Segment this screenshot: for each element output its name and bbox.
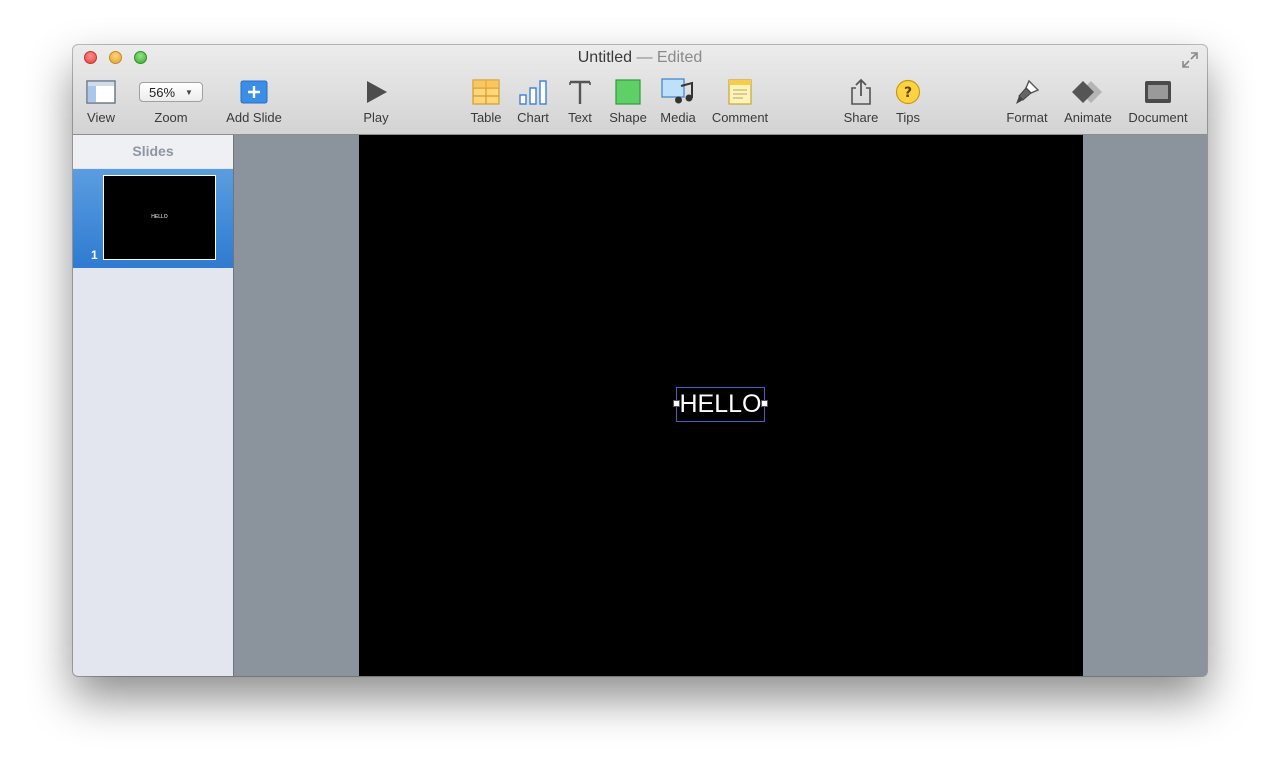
tips-label: Tips bbox=[895, 110, 921, 125]
comment-icon bbox=[708, 75, 772, 109]
paintbrush-icon bbox=[1003, 75, 1051, 109]
play-label: Play bbox=[363, 110, 389, 125]
play-icon bbox=[359, 75, 393, 109]
table-icon bbox=[466, 75, 506, 109]
view-icon bbox=[85, 75, 117, 109]
toolbar: Untitled — Edited View 56% ▼ Zoom Add Sl… bbox=[73, 45, 1207, 135]
slide-canvas-area: HELLO bbox=[234, 135, 1207, 676]
animate-icon bbox=[1061, 75, 1115, 109]
zoom-value: 56% bbox=[149, 84, 176, 100]
animate-button[interactable]: Animate bbox=[1061, 75, 1115, 125]
chart-button[interactable]: Chart bbox=[514, 75, 552, 125]
view-button[interactable]: View bbox=[85, 75, 117, 125]
shape-icon bbox=[606, 75, 650, 109]
add-slide-label: Add Slide bbox=[226, 110, 282, 125]
slide-thumbnail[interactable]: HELLO bbox=[103, 175, 216, 260]
shape-label: Shape bbox=[609, 110, 647, 125]
svg-text:?: ? bbox=[904, 85, 912, 101]
question-icon: ? bbox=[891, 75, 925, 109]
shape-button[interactable]: Shape bbox=[606, 75, 650, 125]
selected-text-box[interactable]: HELLO bbox=[673, 387, 768, 422]
document-button[interactable]: Document bbox=[1125, 75, 1191, 125]
slide-canvas[interactable]: HELLO bbox=[359, 135, 1083, 676]
zoom-control[interactable]: 56% ▼ Zoom bbox=[137, 75, 205, 125]
document-icon bbox=[1125, 75, 1191, 109]
comment-label: Comment bbox=[711, 110, 769, 125]
chart-icon bbox=[514, 75, 552, 109]
slides-header: Slides bbox=[73, 135, 233, 168]
format-label: Format bbox=[1006, 110, 1048, 125]
animate-label: Animate bbox=[1064, 110, 1112, 125]
edited-status: — Edited bbox=[636, 49, 703, 66]
share-label: Share bbox=[843, 110, 879, 125]
share-icon bbox=[841, 75, 881, 109]
keynote-window: Untitled — Edited View 56% ▼ Zoom Add Sl… bbox=[73, 45, 1207, 676]
media-button[interactable]: Media bbox=[656, 75, 700, 125]
chart-label: Chart bbox=[517, 110, 549, 125]
media-icon bbox=[656, 75, 700, 109]
view-label: View bbox=[87, 110, 115, 125]
slide-navigator: Slides 1 HELLO bbox=[73, 135, 234, 676]
window-title: Untitled — Edited bbox=[73, 49, 1207, 67]
slide-thumbnail-row[interactable]: 1 HELLO bbox=[73, 169, 233, 268]
text-icon bbox=[563, 75, 597, 109]
table-button[interactable]: Table bbox=[466, 75, 506, 125]
resize-handle-left[interactable] bbox=[673, 400, 680, 407]
play-button[interactable]: Play bbox=[359, 75, 393, 125]
text-box-content[interactable]: HELLO bbox=[680, 390, 762, 419]
text-label: Text bbox=[568, 110, 592, 125]
zoom-label: Zoom bbox=[154, 110, 188, 125]
text-button[interactable]: Text bbox=[563, 75, 597, 125]
add-slide-button[interactable]: Add Slide bbox=[223, 75, 285, 125]
fullscreen-icon[interactable] bbox=[1181, 51, 1199, 69]
format-button[interactable]: Format bbox=[1003, 75, 1051, 125]
tips-button[interactable]: ? Tips bbox=[891, 75, 925, 125]
slide-number: 1 bbox=[91, 248, 98, 262]
share-button[interactable]: Share bbox=[841, 75, 881, 125]
chevron-down-icon: ▼ bbox=[185, 87, 193, 97]
resize-handle-right[interactable] bbox=[761, 400, 768, 407]
add-slide-icon bbox=[223, 75, 285, 109]
document-title: Untitled bbox=[577, 49, 632, 66]
table-label: Table bbox=[470, 110, 502, 125]
document-label: Document bbox=[1128, 110, 1188, 125]
comment-button[interactable]: Comment bbox=[708, 75, 772, 125]
zoom-select[interactable]: 56% ▼ bbox=[139, 82, 203, 102]
slide-thumbnail-text: HELLO bbox=[151, 214, 168, 220]
media-label: Media bbox=[660, 110, 696, 125]
